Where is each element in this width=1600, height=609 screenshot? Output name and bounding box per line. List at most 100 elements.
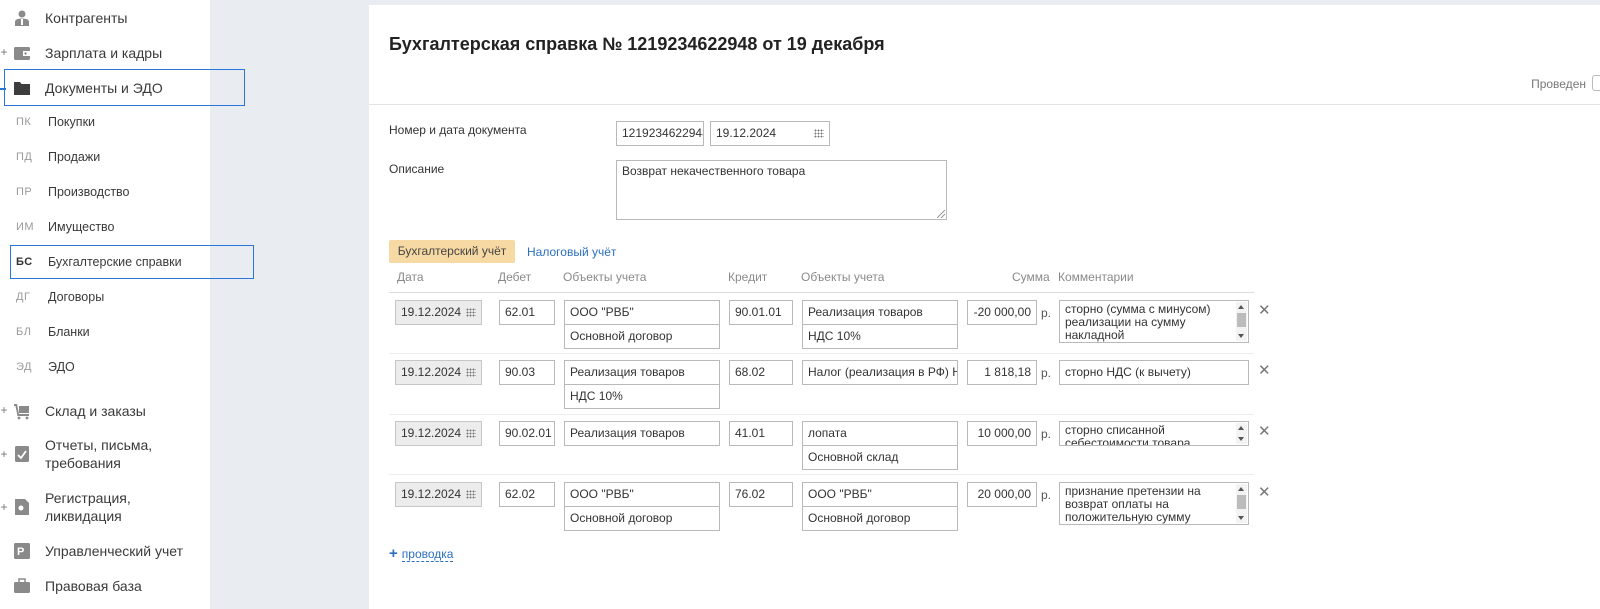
document-date-input[interactable]: 19.12.2024 bbox=[710, 121, 830, 146]
sidebar-subitem-property[interactable]: ИМ Имущество bbox=[0, 213, 210, 243]
posted-label: Проведен bbox=[1531, 77, 1586, 91]
expand-plus-icon[interactable]: + bbox=[0, 500, 8, 514]
debit-object-2-input[interactable]: Основной договор bbox=[564, 506, 720, 531]
debit-object-1-input[interactable]: Реализация товаров bbox=[564, 421, 720, 446]
sidebar-subitem-forms[interactable]: БЛ Бланки bbox=[0, 318, 210, 348]
sidebar-item-counterparties[interactable]: Контрагенты bbox=[0, 8, 210, 28]
calendar-icon[interactable] bbox=[466, 368, 476, 377]
posted-checkbox[interactable] bbox=[1592, 75, 1600, 91]
sidebar-item-reports[interactable]: + Отчеты, письма, требования bbox=[0, 436, 210, 472]
comment-scrollbar[interactable] bbox=[1236, 302, 1247, 341]
delete-row-icon[interactable]: ✕ bbox=[1258, 303, 1271, 318]
comment-textarea[interactable]: сторно НДС (к вычету) bbox=[1059, 360, 1249, 385]
sidebar-item-label: Документы и ЭДО bbox=[45, 80, 163, 96]
row-date-input[interactable]: 19.12.2024 bbox=[395, 360, 482, 385]
credit-object-2-input[interactable]: Основной склад bbox=[802, 445, 958, 470]
sidebar-subitem-contracts[interactable]: ДГ Договоры bbox=[0, 283, 210, 313]
document-panel: Бухгалтерская справка № 1219234622948 от… bbox=[369, 5, 1600, 609]
comment-text: признание претензии на возврат оплаты на… bbox=[1065, 484, 1201, 524]
subitem-label: Продажи bbox=[48, 150, 101, 164]
subitem-label: Производство bbox=[48, 185, 130, 199]
credit-account-input[interactable]: 68.02 bbox=[729, 360, 793, 385]
row-divider bbox=[389, 414, 1254, 415]
expand-plus-icon[interactable]: + bbox=[0, 45, 8, 59]
sidebar-item-management[interactable]: P Управленческий учет bbox=[0, 541, 210, 561]
debit-object-1-input[interactable]: ООО "РВБ" bbox=[564, 300, 720, 325]
date-value: 19.12.2024 bbox=[401, 426, 462, 440]
credit-object-1-input[interactable]: лопата bbox=[802, 421, 958, 446]
credit-object-2-input[interactable]: Основной договор bbox=[802, 506, 958, 531]
sum-input[interactable]: 10 000,00 bbox=[967, 421, 1037, 446]
subitem-abbr: БС bbox=[16, 256, 33, 268]
credit-account-input[interactable]: 90.01.01 bbox=[729, 300, 793, 325]
document-number-input[interactable]: 1219234622948 bbox=[616, 121, 704, 146]
row-date-input[interactable]: 19.12.2024 bbox=[395, 300, 482, 325]
credit-object-1-input[interactable]: ООО "РВБ" bbox=[802, 482, 958, 507]
delete-row-icon[interactable]: ✕ bbox=[1258, 363, 1271, 378]
debit-object-1-input[interactable]: ООО "РВБ" bbox=[564, 482, 720, 507]
description-label: Описание bbox=[389, 162, 445, 176]
expand-plus-icon[interactable]: + bbox=[0, 447, 8, 461]
sidebar-item-documents[interactable]: Документы и ЭДО bbox=[0, 78, 210, 98]
column-header-objects-credit: Объекты учета bbox=[801, 270, 885, 284]
sum-input[interactable]: 1 818,18 bbox=[967, 360, 1037, 385]
sum-input[interactable]: -20 000,00 bbox=[967, 300, 1037, 325]
sidebar-subitem-production[interactable]: ПР Производство bbox=[0, 178, 210, 208]
subitem-label: Бухгалтерские справки bbox=[48, 255, 182, 269]
sidebar-item-label: Правовая база bbox=[45, 578, 142, 594]
sidebar-subitem-sales[interactable]: ПД Продажи bbox=[0, 143, 210, 173]
sidebar-item-registration[interactable]: + Регистрация, ликвидация bbox=[0, 489, 210, 525]
tab-accounting[interactable]: Бухгалтерский учёт bbox=[389, 240, 515, 263]
column-header-credit: Кредит bbox=[728, 270, 768, 284]
comment-textarea[interactable]: сторно (сумма с минусом) реализации на с… bbox=[1059, 300, 1249, 343]
comment-text: сторно списанной себестоимости товара bbox=[1065, 423, 1191, 446]
debit-account-input[interactable]: 90.03 bbox=[499, 360, 555, 385]
credit-account-input[interactable]: 41.01 bbox=[729, 421, 793, 446]
row-divider bbox=[389, 353, 1254, 354]
delete-row-icon[interactable]: ✕ bbox=[1258, 485, 1271, 500]
debit-account-input[interactable]: 62.01 bbox=[499, 300, 555, 325]
sidebar-subitem-purchases[interactable]: ПК Покупки bbox=[0, 108, 210, 138]
debit-object-2-input[interactable]: НДС 10% bbox=[564, 384, 720, 409]
divider bbox=[369, 104, 1600, 105]
subitem-abbr: ПК bbox=[16, 116, 32, 128]
credit-account-input[interactable]: 76.02 bbox=[729, 482, 793, 507]
sidebar-item-warehouse[interactable]: + Склад и заказы bbox=[0, 401, 210, 421]
column-header-debit: Дебет bbox=[498, 270, 532, 284]
debit-account-input[interactable]: 62.02 bbox=[499, 482, 555, 507]
credit-object-2-input[interactable]: НДС 10% bbox=[802, 324, 958, 349]
calendar-icon[interactable] bbox=[466, 308, 476, 317]
reports-icon bbox=[15, 446, 29, 462]
focus-tick bbox=[0, 88, 6, 90]
add-entry-link[interactable]: + проводка bbox=[389, 545, 454, 562]
calendar-icon[interactable] bbox=[814, 129, 824, 138]
credit-object-1-input[interactable]: Реализация товаров bbox=[802, 300, 958, 325]
comment-textarea[interactable]: признание претензии на возврат оплаты на… bbox=[1059, 482, 1249, 525]
row-date-input[interactable]: 19.12.2024 bbox=[395, 482, 482, 507]
calendar-icon[interactable] bbox=[466, 429, 476, 438]
sidebar-subitem-accounting-notes[interactable]: БС Бухгалтерские справки bbox=[0, 248, 210, 278]
sidebar-item-label: Отчеты, письма, bbox=[45, 437, 153, 453]
delete-row-icon[interactable]: ✕ bbox=[1258, 424, 1271, 439]
sum-input[interactable]: 20 000,00 bbox=[967, 482, 1037, 507]
comment-scrollbar[interactable] bbox=[1236, 484, 1247, 523]
debit-object-1-input[interactable]: Реализация товаров bbox=[564, 360, 720, 385]
debit-account-input[interactable]: 90.02.01 bbox=[499, 421, 555, 446]
sidebar-item-legal[interactable]: Правовая база bbox=[0, 576, 210, 596]
payroll-icon bbox=[14, 47, 30, 60]
sidebar-subitem-edo[interactable]: ЭД ЭДО bbox=[0, 353, 210, 383]
sidebar-item-payroll[interactable]: + Зарплата и кадры bbox=[0, 43, 210, 63]
expand-plus-icon[interactable]: + bbox=[0, 403, 8, 417]
calendar-icon[interactable] bbox=[466, 490, 476, 499]
number-date-label: Номер и дата документа bbox=[389, 123, 527, 137]
row-date-input[interactable]: 19.12.2024 bbox=[395, 421, 482, 446]
description-textarea[interactable]: Возврат некачественного товара bbox=[616, 160, 947, 220]
comment-scrollbar[interactable] bbox=[1236, 423, 1247, 444]
comment-textarea[interactable]: сторно списанной себестоимости товара bbox=[1059, 421, 1249, 446]
credit-object-1-input[interactable]: Налог (реализация в РФ) Н bbox=[802, 360, 958, 385]
currency-label: р. bbox=[1041, 427, 1052, 441]
sidebar: Контрагенты + Зарплата и кадры Документы… bbox=[0, 0, 254, 609]
resize-handle[interactable] bbox=[937, 210, 945, 218]
tab-tax[interactable]: Налоговый учёт bbox=[527, 245, 616, 259]
debit-object-2-input[interactable]: Основной договор bbox=[564, 324, 720, 349]
